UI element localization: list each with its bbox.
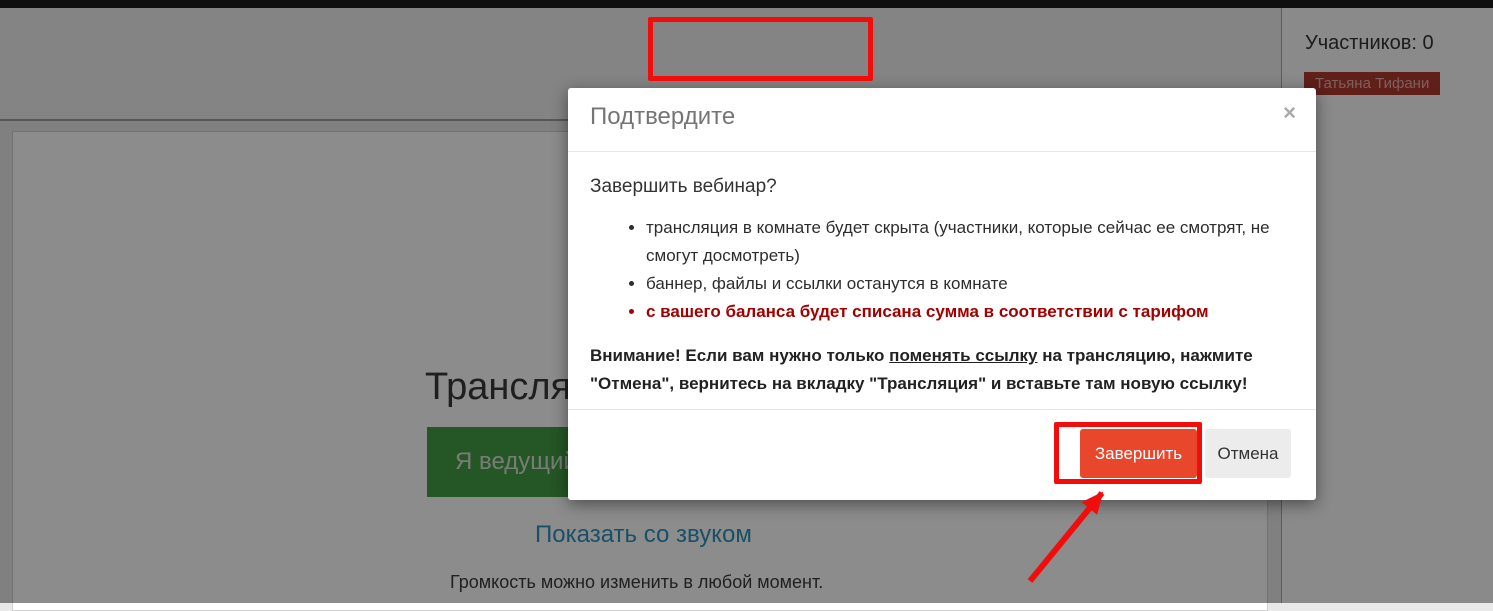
dialog-body: Завершить вебинар? трансляция в комнате … [568, 152, 1316, 398]
list-item: трансляция в комнате будет скрыта (участ… [646, 214, 1290, 270]
confirm-dialog: Подтвердите × Завершить вебинар? трансля… [568, 88, 1316, 500]
list-item-warning: с вашего баланса будет списана сумма в с… [646, 298, 1290, 326]
consequences-list: трансляция в комнате будет скрыта (участ… [590, 214, 1290, 326]
attention-note: Внимание! Если вам нужно только поменять… [590, 342, 1290, 398]
dialog-title: Подтвердите [590, 103, 735, 131]
list-item: баннер, файлы и ссылки останутся в комна… [646, 270, 1290, 298]
dialog-header: Подтвердите × [568, 88, 1316, 152]
annotation-arrow [1008, 478, 1128, 608]
annotation-rectangle-confirm-finish [1054, 422, 1202, 484]
dialog-question: Завершить вебинар? [590, 176, 1290, 198]
dialog-footer: Завершить Отмена [568, 409, 1316, 500]
cancel-button[interactable]: Отмена [1205, 429, 1291, 478]
change-link-text: поменять ссылку [889, 346, 1037, 365]
annotation-rectangle-toolbar-finish [648, 17, 873, 81]
close-icon[interactable]: × [1283, 102, 1296, 124]
attention-note-text: Внимание! Если вам нужно только [590, 346, 889, 365]
